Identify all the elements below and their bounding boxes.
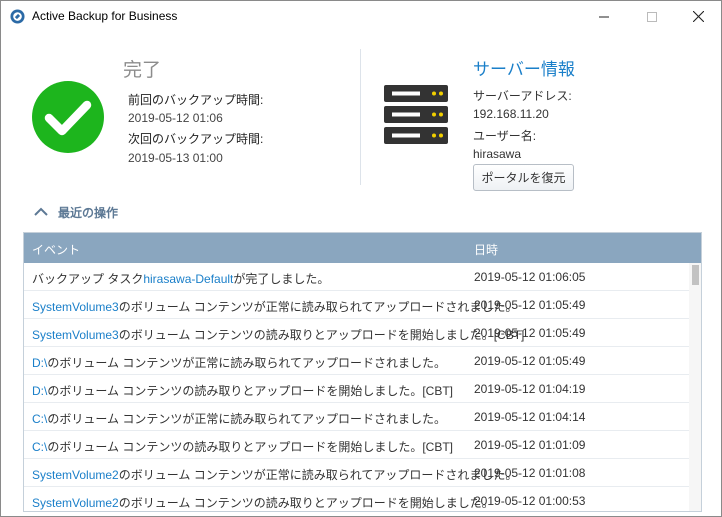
table-row[interactable]: C:\のボリューム コンテンツが正常に読み取られてアップロードされました。 201…: [24, 403, 689, 431]
event-suffix: のボリューム コンテンツの読み取りとアップロードを開始しました。[CBT]: [47, 440, 453, 454]
event-link[interactable]: SystemVolume3: [32, 300, 119, 314]
datetime-cell: 2019-05-12 01:01:08: [474, 466, 586, 480]
last-backup-label: 前回のバックアップ時間:: [128, 93, 264, 107]
maximize-icon: [647, 11, 657, 22]
chevron-up-icon[interactable]: [32, 203, 50, 221]
section-divider: [360, 49, 361, 185]
event-link[interactable]: SystemVolume3: [32, 328, 119, 342]
event-link[interactable]: hirasawa-Default: [143, 272, 233, 286]
datetime-cell: 2019-05-12 01:05:49: [474, 298, 586, 312]
status-title: 完了: [123, 60, 162, 81]
event-suffix: のボリューム コンテンツの読み取りとアップロードを開始しました。[CBT]: [47, 384, 453, 398]
server-info-title: サーバー情報: [473, 60, 575, 79]
recent-operations-table: イベント 日時 バックアップ タスクhirasawa-Defaultが完了しまし…: [23, 232, 702, 512]
username-label: ユーザー名:: [473, 129, 537, 143]
next-backup-label: 次回のバックアップ時間:: [128, 132, 264, 146]
table-row[interactable]: バックアップ タスクhirasawa-Defaultが完了しました。 2019-0…: [24, 263, 689, 291]
event-cell: D:\のボリューム コンテンツが正常に読み取られてアップロードされました。: [32, 354, 446, 371]
event-suffix: のボリューム コンテンツが正常に読み取られてアップロードされました。: [118, 300, 518, 314]
table-scrollbar[interactable]: [689, 263, 701, 511]
server-address-value: 192.168.11.20: [473, 107, 549, 121]
table-row[interactable]: SystemVolume2のボリューム コンテンツが正常に読み取られてアップロー…: [24, 459, 689, 487]
event-suffix: のボリューム コンテンツが正常に読み取られてアップロードされました。: [118, 468, 518, 482]
event-cell: C:\のボリューム コンテンツの読み取りとアップロードを開始しました。[CBT]: [32, 438, 453, 455]
table-row[interactable]: SystemVolume2のボリューム コンテンツの読み取りとアップロードを開始…: [24, 487, 689, 511]
event-cell: SystemVolume3のボリューム コンテンツが正常に読み取られてアップロー…: [32, 298, 517, 315]
server-address-label: サーバーアドレス:: [473, 89, 572, 103]
close-button[interactable]: [675, 1, 721, 32]
minimize-icon: [599, 16, 609, 17]
event-link[interactable]: D:\: [32, 356, 47, 370]
event-suffix: のボリューム コンテンツの読み取りとアップロードを開始しました。[CBT]: [118, 328, 525, 342]
event-link[interactable]: C:\: [32, 440, 47, 454]
datetime-cell: 2019-05-12 01:00:53: [474, 494, 586, 508]
datetime-cell: 2019-05-12 01:05:49: [474, 354, 586, 368]
app-logo-icon: [10, 9, 25, 24]
scrollbar-thumb[interactable]: [692, 265, 699, 285]
event-cell: SystemVolume3のボリューム コンテンツの読み取りとアップロードを開始…: [32, 326, 524, 343]
event-cell: SystemVolume2のボリューム コンテンツが正常に読み取られてアップロー…: [32, 466, 517, 483]
datetime-cell: 2019-05-12 01:06:05: [474, 270, 586, 284]
event-link[interactable]: SystemVolume2: [32, 496, 119, 510]
window-title: Active Backup for Business: [32, 9, 178, 23]
table-row[interactable]: SystemVolume3のボリューム コンテンツが正常に読み取られてアップロー…: [24, 291, 689, 319]
event-link[interactable]: D:\: [32, 384, 47, 398]
event-link[interactable]: SystemVolume2: [32, 468, 119, 482]
event-cell: SystemVolume2のボリューム コンテンツの読み取りとアップロードを開始…: [32, 494, 494, 511]
table-body: バックアップ タスクhirasawa-Defaultが完了しました。 2019-0…: [24, 263, 689, 511]
maximize-button[interactable]: [629, 1, 675, 32]
event-link[interactable]: C:\: [32, 412, 47, 426]
close-icon: [692, 11, 704, 22]
event-suffix: のボリューム コンテンツが正常に読み取られてアップロードされました。: [47, 356, 446, 370]
event-suffix: が完了しました。: [233, 272, 330, 286]
server-icon: [384, 85, 448, 144]
app-window: Active Backup for Business 完了 前回のバックアップ時…: [0, 0, 722, 517]
event-prefix: バックアップ タスク: [32, 272, 144, 286]
check-circle-icon: [32, 81, 104, 153]
event-cell: バックアップ タスクhirasawa-Defaultが完了しました。: [32, 270, 329, 287]
event-cell: D:\のボリューム コンテンツの読み取りとアップロードを開始しました。[CBT]: [32, 382, 453, 399]
datetime-cell: 2019-05-12 01:01:09: [474, 438, 586, 452]
datetime-cell: 2019-05-12 01:04:14: [474, 410, 586, 424]
minimize-button[interactable]: [581, 1, 627, 32]
column-header-event[interactable]: イベント: [32, 241, 80, 258]
table-header: イベント 日時: [24, 233, 701, 263]
table-row[interactable]: D:\のボリューム コンテンツの読み取りとアップロードを開始しました。[CBT]…: [24, 375, 689, 403]
event-suffix: のボリューム コンテンツが正常に読み取られてアップロードされました。: [47, 412, 446, 426]
restore-portal-button[interactable]: ポータルを復元: [473, 164, 574, 191]
last-backup-value: 2019-05-12 01:06: [128, 111, 223, 125]
event-suffix: のボリューム コンテンツの読み取りとアップロードを開始しました。: [118, 496, 494, 510]
next-backup-value: 2019-05-13 01:00: [128, 151, 223, 165]
table-row[interactable]: C:\のボリューム コンテンツの読み取りとアップロードを開始しました。[CBT]…: [24, 431, 689, 459]
column-header-datetime[interactable]: 日時: [474, 241, 498, 258]
table-row[interactable]: SystemVolume3のボリューム コンテンツの読み取りとアップロードを開始…: [24, 319, 689, 347]
title-bar[interactable]: Active Backup for Business: [1, 1, 721, 33]
username-value: hirasawa: [473, 147, 522, 161]
datetime-cell: 2019-05-12 01:05:49: [474, 326, 586, 340]
table-row[interactable]: D:\のボリューム コンテンツが正常に読み取られてアップロードされました。 201…: [24, 347, 689, 375]
event-cell: C:\のボリューム コンテンツが正常に読み取られてアップロードされました。: [32, 410, 446, 427]
recent-operations-title[interactable]: 最近の操作: [58, 204, 118, 221]
datetime-cell: 2019-05-12 01:04:19: [474, 382, 586, 396]
